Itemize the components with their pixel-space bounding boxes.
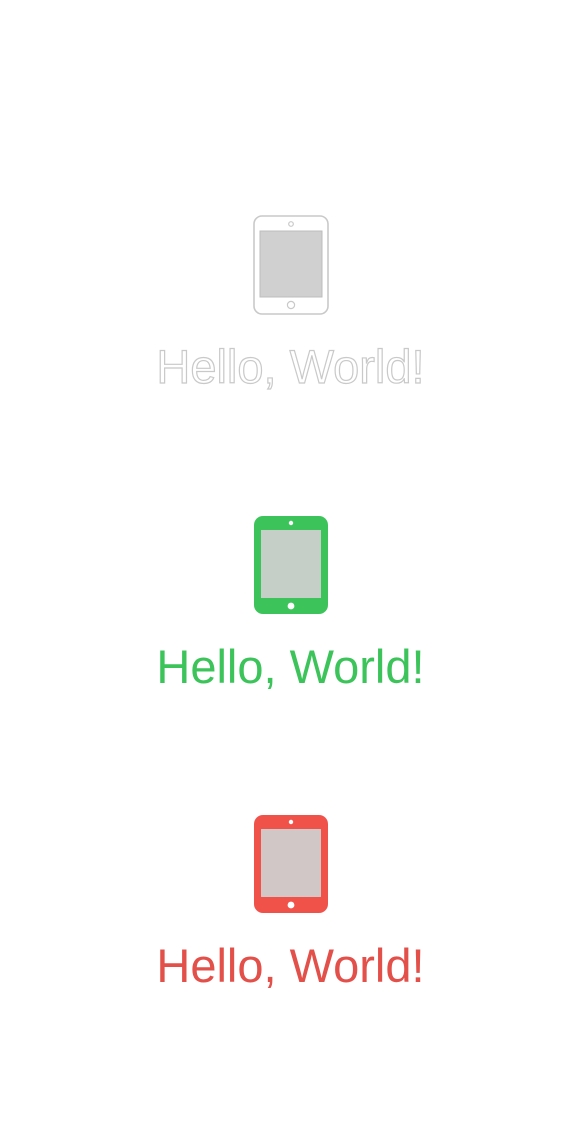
hello-item-gray: Hello, World! (0, 215, 581, 394)
hello-item-green: Hello, World! (0, 515, 581, 694)
hello-label-red: Hello, World! (156, 939, 425, 992)
tablet-outline-icon (252, 215, 329, 315)
hello-item-red: Hello, World! (0, 814, 581, 993)
hello-label-green: Hello, World! (156, 640, 425, 693)
tablet-filled-icon (253, 516, 328, 614)
hello-label-outline: Hello, World! (156, 339, 425, 393)
tablet-filled-icon (253, 815, 328, 913)
